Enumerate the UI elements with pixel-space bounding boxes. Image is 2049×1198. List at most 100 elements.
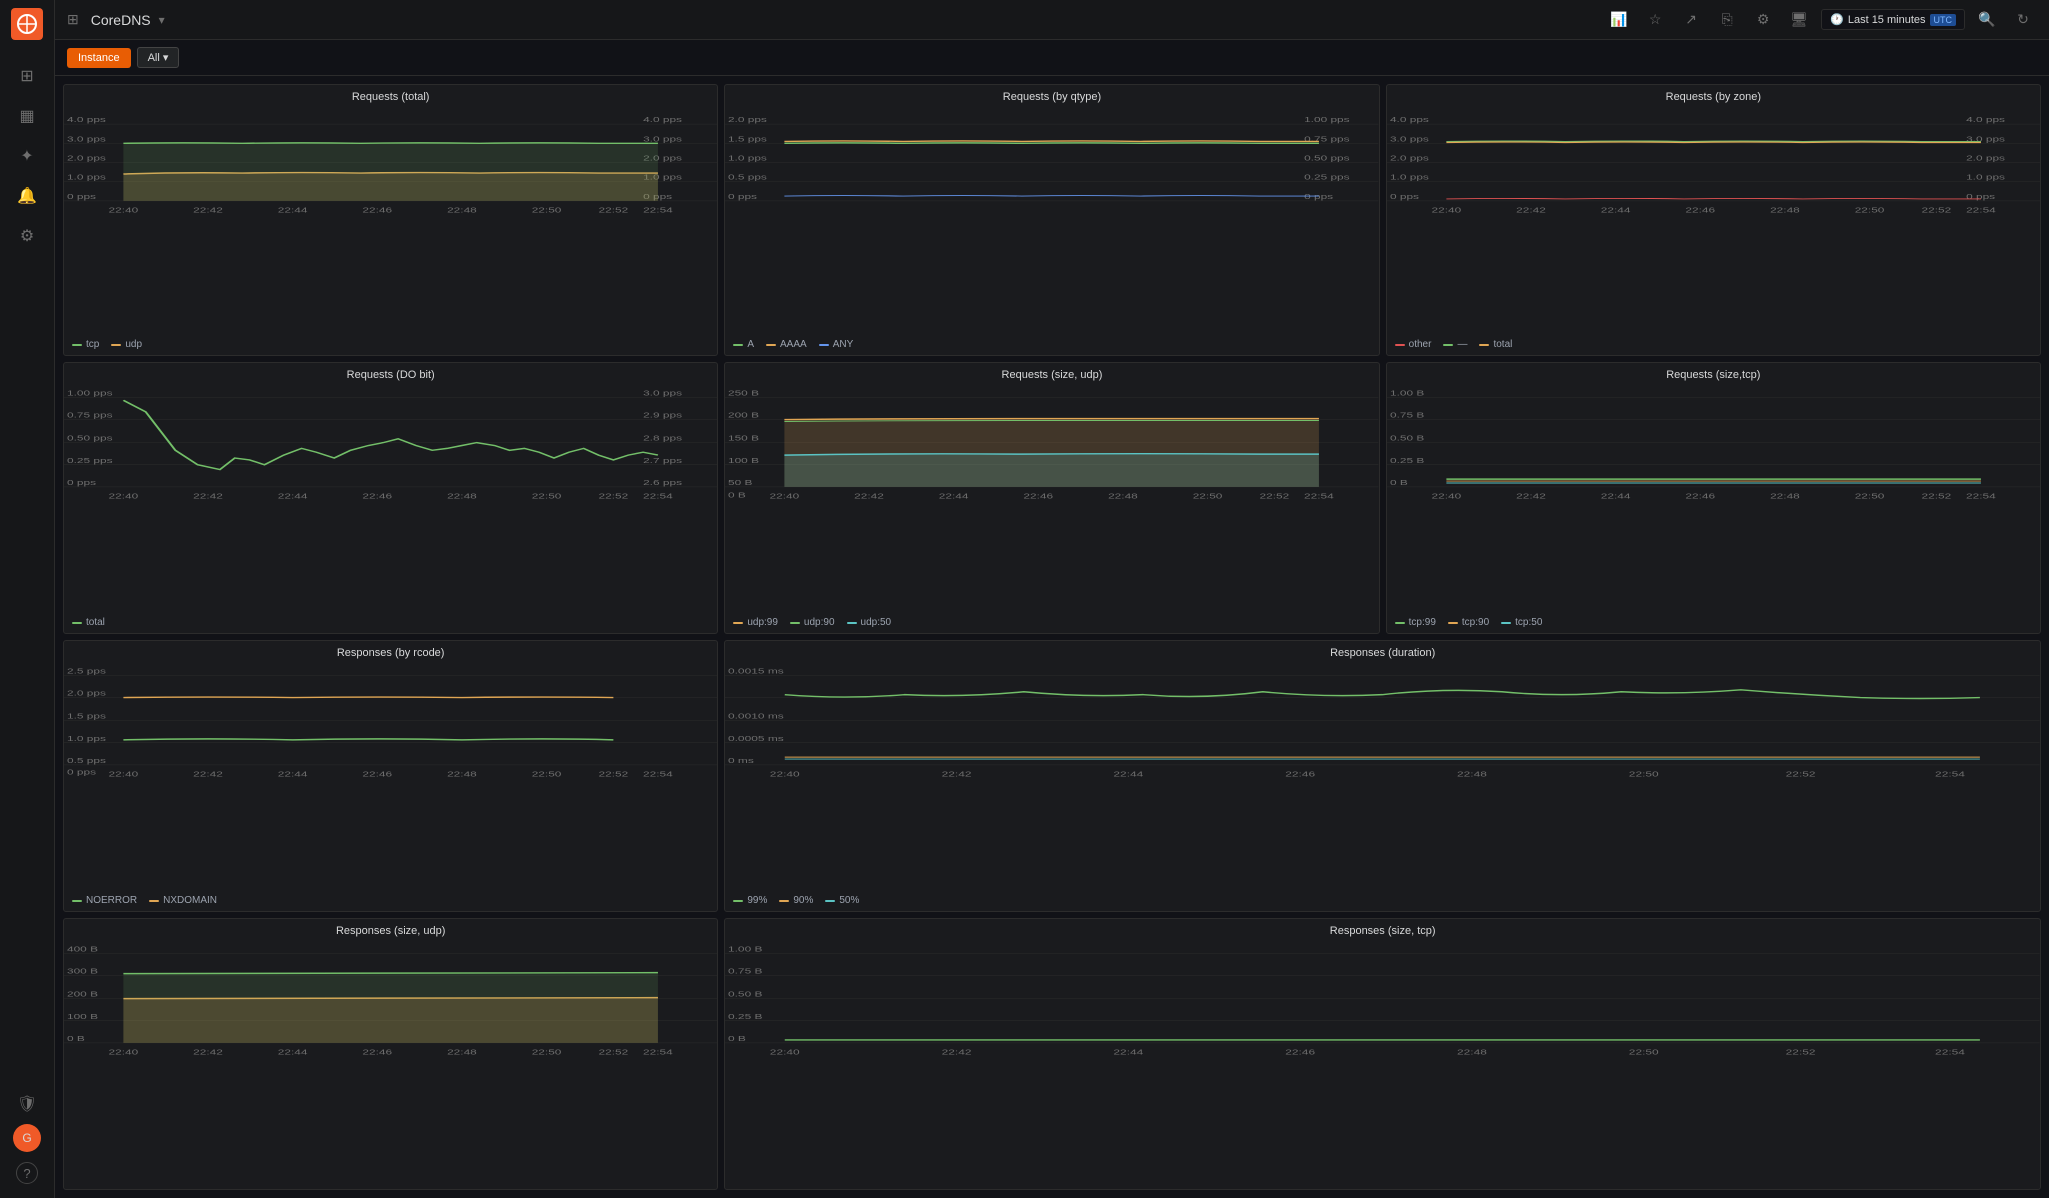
svg-text:22:50: 22:50 [532,770,562,778]
monitor-btn[interactable]: 🖥 [1785,6,1813,34]
svg-text:22:54: 22:54 [1935,770,1965,778]
refresh-btn[interactable]: ↻ [2009,6,2037,34]
svg-text:22:48: 22:48 [447,770,477,778]
svg-text:0.0015 ms: 0.0015 ms [728,667,784,675]
svg-text:22:42: 22:42 [193,492,223,500]
panel-title-resp-size-udp: Responses (size, udp) [64,919,717,939]
svg-text:22:42: 22:42 [193,206,223,214]
avatar[interactable]: G [13,1124,41,1152]
grid-icon[interactable]: ⊞ [9,58,45,94]
svg-text:0.0005 ms: 0.0005 ms [728,735,784,743]
svg-text:0 pps: 0 pps [728,193,757,201]
svg-text:2.0 pps: 2.0 pps [1966,154,2005,162]
svg-text:22:40: 22:40 [770,492,800,500]
all-filter-btn[interactable]: All ▾ [137,47,180,68]
svg-text:3.0 pps: 3.0 pps [67,135,106,143]
svg-text:2.5 pps: 2.5 pps [67,667,106,675]
utc-badge: UTC [1930,14,1957,26]
search-btn[interactable]: 🔍 [1973,6,2001,34]
svg-text:1.00 pps: 1.00 pps [67,389,113,397]
instance-filter-btn[interactable]: Instance [67,48,131,68]
svg-text:22:48: 22:48 [447,206,477,214]
svg-text:22:44: 22:44 [1114,770,1144,778]
svg-text:2.0 pps: 2.0 pps [67,689,106,697]
topbar-grid-icon: ⊞ [67,11,79,28]
app-logo[interactable] [11,8,43,40]
chart-svg-requests-qtype: 2.0 pps 1.5 pps 1.0 pps 0.5 pps 0 pps 1.… [725,105,1378,220]
svg-text:22:46: 22:46 [362,1048,392,1056]
svg-text:22:44: 22:44 [278,206,308,214]
chart-wrapper-resp-size-tcp: 1.00 B 0.75 B 0.50 B 0.25 B 0 B 22:40 22… [725,939,2040,1180]
svg-text:22:46: 22:46 [362,770,392,778]
chart-svg-resp-size-udp: 400 B 300 B 200 B 100 B 0 B 22:40 22: [64,939,717,1064]
help-icon[interactable]: ? [16,1162,38,1184]
panel-requests-dobit: Requests (DO bit) 1.00 pps 0.75 pps 0.50… [63,362,718,634]
copy-btn[interactable]: ⎘ [1713,6,1741,34]
svg-text:22:50: 22:50 [532,492,562,500]
panel-requests-size-tcp: Requests (size,tcp) 1.00 B 0.75 B 0.50 B… [1386,362,2041,634]
svg-text:22:40: 22:40 [109,206,139,214]
svg-text:22:54: 22:54 [1935,1048,1965,1056]
svg-text:22:48: 22:48 [1457,770,1487,778]
filterbar: Instance All ▾ [55,40,2049,76]
shield-icon[interactable]: 🛡 [9,1086,45,1122]
legend-resp-size-udp [64,1180,717,1189]
legend-requests-total: tcp udp [64,335,717,355]
chart-wrapper-rcode: 2.5 pps 2.0 pps 1.5 pps 1.0 pps 0.5 pps … [64,661,717,891]
svg-text:0.5 pps: 0.5 pps [67,757,106,765]
svg-text:22:48: 22:48 [1770,492,1800,500]
svg-text:0.50 pps: 0.50 pps [1304,154,1350,162]
svg-text:1.0 pps: 1.0 pps [1390,174,1429,182]
svg-text:0.25 pps: 0.25 pps [67,457,113,465]
settings-icon[interactable]: ⚙ [9,218,45,254]
time-range-picker[interactable]: 🕐 Last 15 minutes UTC [1821,9,1965,30]
chart-wrapper-requests-zone: 4.0 pps 3.0 pps 2.0 pps 1.0 pps 0 pps 4.… [1387,105,2040,335]
dashboard-icon[interactable]: ▦ [9,98,45,134]
svg-text:22:50: 22:50 [1629,1048,1659,1056]
legend-dot-udp [111,344,121,346]
panel-title-requests-total: Requests (total) [64,85,717,105]
svg-text:3.0 pps: 3.0 pps [643,389,682,397]
svg-text:1.5 pps: 1.5 pps [728,135,767,143]
explore-icon[interactable]: ✦ [9,138,45,174]
alert-icon[interactable]: 🔔 [9,178,45,214]
svg-text:22:44: 22:44 [1600,206,1630,214]
svg-text:22:54: 22:54 [1966,492,1996,500]
star-btn[interactable]: ☆ [1641,6,1669,34]
svg-text:0 pps: 0 pps [67,193,96,201]
chart-svg-requests-zone: 4.0 pps 3.0 pps 2.0 pps 1.0 pps 0 pps 4.… [1387,105,2040,220]
svg-text:1.0 pps: 1.0 pps [1966,174,2005,182]
panel-requests-zone: Requests (by zone) 4.0 pps 3.0 pps 2.0 p… [1386,84,2041,356]
svg-text:22:40: 22:40 [109,492,139,500]
svg-text:22:46: 22:46 [1685,206,1715,214]
panel-title-rcode: Responses (by rcode) [64,641,717,661]
svg-text:3.0 pps: 3.0 pps [643,135,682,143]
svg-text:22:44: 22:44 [1600,492,1630,500]
svg-text:1.0 pps: 1.0 pps [728,154,767,162]
svg-text:22:44: 22:44 [939,492,969,500]
svg-text:22:52: 22:52 [599,206,629,214]
chart-area-resp-size-udp: 400 B 300 B 200 B 100 B 0 B 22:40 22: [64,939,717,1180]
svg-text:200 B: 200 B [728,411,759,419]
chart-type-btn[interactable]: 📊 [1605,6,1633,34]
svg-text:22:46: 22:46 [1685,492,1715,500]
app-chevron[interactable]: ▾ [159,13,165,27]
chart-wrapper-requests-total: 4.0 pps 3.0 pps 2.0 pps 1.0 pps 0 pps 4.… [64,105,717,335]
share-btn[interactable]: ↗ [1677,6,1705,34]
svg-text:1.00 B: 1.00 B [728,945,763,953]
svg-text:0 pps: 0 pps [1966,193,1995,201]
settings-btn[interactable]: ⚙ [1749,6,1777,34]
legend-item-udp: udp [111,339,142,350]
svg-text:0.25 B: 0.25 B [728,1013,763,1021]
clock-icon: 🕐 [1830,13,1844,26]
panel-title-size-tcp: Requests (size,tcp) [1387,363,2040,383]
legend-requests-qtype: A AAAA ANY [725,335,1378,355]
svg-text:22:48: 22:48 [1108,492,1138,500]
svg-text:22:50: 22:50 [1629,770,1659,778]
legend-rcode: NOERROR NXDOMAIN [64,891,717,911]
svg-text:22:50: 22:50 [532,1048,562,1056]
panel-requests-qtype: Requests (by qtype) 2.0 pps 1.5 pps 1.0 … [724,84,1379,356]
svg-text:22:42: 22:42 [855,492,885,500]
time-label: Last 15 minutes [1848,14,1926,26]
svg-text:1.00 pps: 1.00 pps [1304,116,1350,124]
